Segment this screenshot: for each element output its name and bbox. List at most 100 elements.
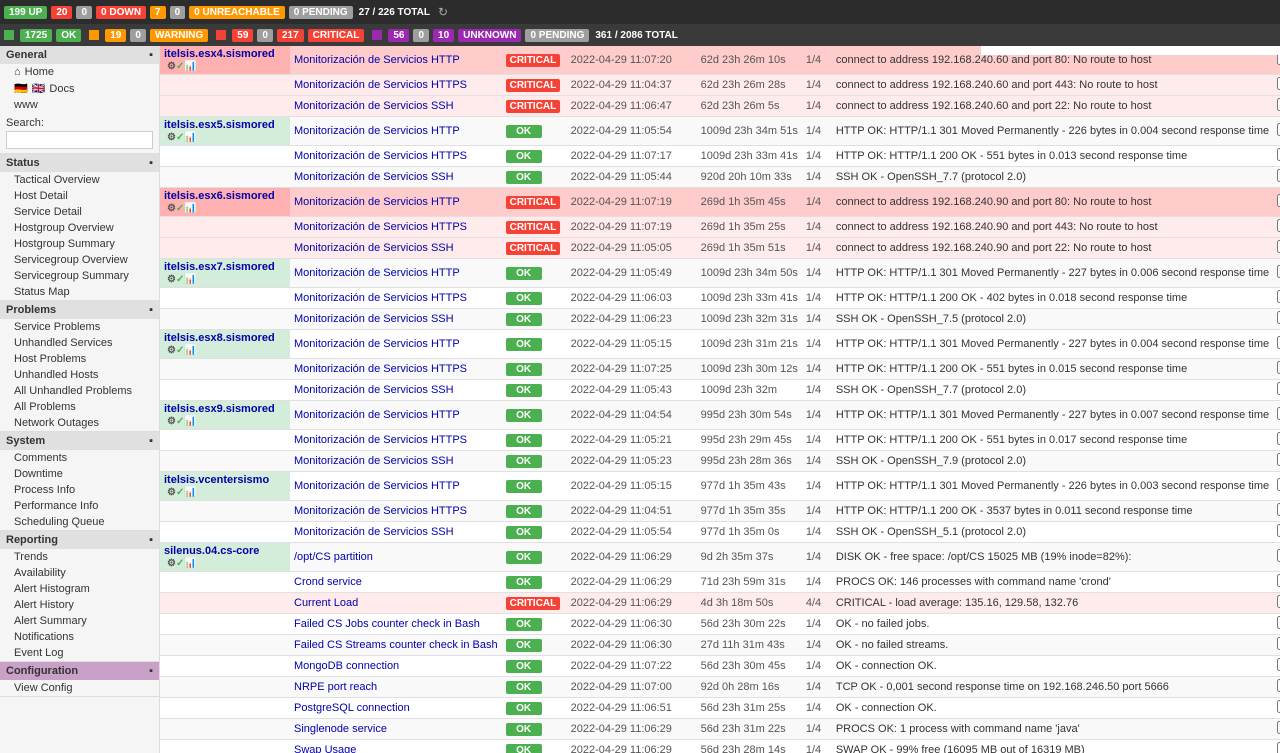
down-badge[interactable]: 0 DOWN xyxy=(96,6,146,19)
service-link[interactable]: Monitorización de Servicios SSH xyxy=(294,313,454,325)
service-link[interactable]: Current Load xyxy=(294,597,358,609)
host-detail-icon[interactable]: ⚙ xyxy=(167,61,176,72)
sidebar-item-availability[interactable]: Availability xyxy=(0,565,159,581)
sidebar-item-status-map[interactable]: Status Map xyxy=(0,284,159,300)
service-link[interactable]: Monitorización de Servicios HTTPS xyxy=(294,434,467,446)
sidebar-item-alert-history[interactable]: Alert History xyxy=(0,597,159,613)
service-link[interactable]: Monitorización de Servicios HTTP xyxy=(294,196,460,208)
sidebar-item-alert-histogram[interactable]: Alert Histogram xyxy=(0,581,159,597)
warn1-badge[interactable]: 19 xyxy=(105,29,126,42)
host-graph-icon[interactable]: 📊 xyxy=(184,203,196,214)
up-badge[interactable]: 199 UP xyxy=(4,6,47,19)
down-count-badge[interactable]: 20 xyxy=(51,6,72,19)
service-link[interactable]: Monitorización de Servicios SSH xyxy=(294,526,454,538)
sidebar-item-trends[interactable]: Trends xyxy=(0,549,159,565)
host-link[interactable]: itelsis.esx5.sismored xyxy=(164,119,275,131)
sidebar-item-unhandled-hosts[interactable]: Unhandled Hosts xyxy=(0,367,159,383)
sidebar-item-event-log[interactable]: Event Log xyxy=(0,645,159,661)
unk3-badge[interactable]: 10 xyxy=(433,29,454,42)
host-link[interactable]: itelsis.esx9.sismored xyxy=(164,403,275,415)
warning-badge[interactable]: WARNING xyxy=(150,29,208,42)
crit2-badge[interactable]: 0 xyxy=(257,29,273,42)
host-detail-icon[interactable]: ⚙ xyxy=(167,274,176,285)
ok-label-badge[interactable]: OK xyxy=(56,29,81,42)
service-link[interactable]: Monitorización de Servicios HTTP xyxy=(294,409,460,421)
unknown-badge[interactable]: UNKNOWN xyxy=(458,29,521,42)
sidebar-item-host-problems[interactable]: Host Problems xyxy=(0,351,159,367)
sidebar-item-www[interactable]: www xyxy=(0,97,159,113)
critical-badge[interactable]: CRITICAL xyxy=(308,29,365,42)
sidebar-item-alert-summary[interactable]: Alert Summary xyxy=(0,613,159,629)
host-detail-icon[interactable]: ⚙ xyxy=(167,203,176,214)
host-link[interactable]: itelsis.esx7.sismored xyxy=(164,261,275,273)
service-link[interactable]: Monitorización de Servicios HTTP xyxy=(294,125,460,137)
service-link[interactable]: Monitorización de Servicios SSH xyxy=(294,100,454,112)
pending2-badge[interactable]: 0 PENDING xyxy=(525,29,589,42)
host-detail-icon[interactable]: ⚙ xyxy=(167,558,176,569)
service-link[interactable]: Monitorización de Servicios HTTPS xyxy=(294,150,467,162)
sidebar-item-all-unhandled[interactable]: All Unhandled Problems xyxy=(0,383,159,399)
service-link[interactable]: Monitorización de Servicios HTTP xyxy=(294,54,460,66)
host-graph-icon[interactable]: 📊 xyxy=(184,487,196,498)
sidebar-item-notifications[interactable]: Notifications xyxy=(0,629,159,645)
warn2-badge[interactable]: 0 xyxy=(130,29,146,42)
sidebar-item-hostgroup-summary[interactable]: Hostgroup Summary xyxy=(0,236,159,252)
sidebar-item-docs[interactable]: 🇩🇪 🇬🇧 Docs xyxy=(0,80,159,97)
host-graph-icon[interactable]: 📊 xyxy=(184,274,196,285)
unk2-badge[interactable]: 0 xyxy=(413,29,429,42)
service-link[interactable]: MongoDB connection xyxy=(294,660,399,672)
service-link[interactable]: Swap Usage xyxy=(294,744,356,753)
pending-badge[interactable]: 0 PENDING xyxy=(289,6,353,19)
host-detail-icon[interactable]: ⚙ xyxy=(167,416,176,427)
sidebar-item-comments[interactable]: Comments xyxy=(0,450,159,466)
sidebar-item-home[interactable]: ⌂ Home xyxy=(0,64,159,80)
service-link[interactable]: Monitorización de Servicios SSH xyxy=(294,384,454,396)
crit3-badge[interactable]: 217 xyxy=(277,29,304,42)
unk1-badge[interactable]: 56 xyxy=(388,29,409,42)
host-link[interactable]: itelsis.esx8.sismored xyxy=(164,332,275,344)
service-link[interactable]: Monitorización de Servicios HTTPS xyxy=(294,363,467,375)
sidebar-config-header[interactable]: Configuration ▪ xyxy=(0,662,159,680)
sidebar-reporting-header[interactable]: Reporting ▪ xyxy=(0,531,159,549)
sidebar-item-servicegroup-summary[interactable]: Servicegroup Summary xyxy=(0,268,159,284)
service-link[interactable]: Singlenode service xyxy=(294,723,387,735)
sidebar-problems-header[interactable]: Problems ▪ xyxy=(0,301,159,319)
unreach2-badge[interactable]: 0 xyxy=(170,6,186,19)
sidebar-system-header[interactable]: System ▪ xyxy=(0,432,159,450)
service-link[interactable]: Failed CS Streams counter check in Bash xyxy=(294,639,498,651)
service-link[interactable]: Crond service xyxy=(294,576,362,588)
service-link[interactable]: Monitorización de Servicios SSH xyxy=(294,455,454,467)
service-link[interactable]: Monitorización de Servicios HTTPS xyxy=(294,79,467,91)
sidebar-item-tactical-overview[interactable]: Tactical Overview xyxy=(0,172,159,188)
unreach1-badge[interactable]: 7 xyxy=(150,6,166,19)
sidebar-item-network-outages[interactable]: Network Outages xyxy=(0,415,159,431)
sidebar-item-all-problems[interactable]: All Problems xyxy=(0,399,159,415)
service-link[interactable]: Monitorización de Servicios SSH xyxy=(294,171,454,183)
service-link[interactable]: /opt/CS partition xyxy=(294,551,373,563)
host-link[interactable]: itelsis.esx6.sismored xyxy=(164,190,275,202)
sidebar-item-process-info[interactable]: Process Info xyxy=(0,482,159,498)
sidebar-item-performance-info[interactable]: Performance Info xyxy=(0,498,159,514)
host-detail-icon[interactable]: ⚙ xyxy=(167,487,176,498)
service-link[interactable]: Monitorización de Servicios SSH xyxy=(294,242,454,254)
crit1-badge[interactable]: 59 xyxy=(232,29,253,42)
host-link[interactable]: itelsis.vcentersismo xyxy=(164,474,269,486)
sidebar-item-service-problems[interactable]: Service Problems xyxy=(0,319,159,335)
sidebar-item-host-detail[interactable]: Host Detail xyxy=(0,188,159,204)
service-link[interactable]: Monitorización de Servicios HTTPS xyxy=(294,292,467,304)
sidebar-item-service-detail[interactable]: Service Detail xyxy=(0,204,159,220)
service-link[interactable]: NRPE port reach xyxy=(294,681,377,693)
service-link[interactable]: Monitorización de Servicios HTTPS xyxy=(294,505,467,517)
down-zero-badge[interactable]: 0 xyxy=(76,6,92,19)
host-graph-icon[interactable]: 📊 xyxy=(184,345,196,356)
sidebar-status-header[interactable]: Status ▪ xyxy=(0,154,159,172)
service-link[interactable]: Monitorización de Servicios HTTPS xyxy=(294,221,467,233)
service-link[interactable]: Monitorización de Servicios HTTP xyxy=(294,267,460,279)
host-graph-icon[interactable]: 📊 xyxy=(184,416,196,427)
host-graph-icon[interactable]: 📊 xyxy=(184,132,196,143)
search-input[interactable] xyxy=(6,131,153,149)
sidebar-item-hostgroup-overview[interactable]: Hostgroup Overview xyxy=(0,220,159,236)
host-detail-icon[interactable]: ⚙ xyxy=(167,345,176,356)
host-detail-icon[interactable]: ⚙ xyxy=(167,132,176,143)
sidebar-item-servicegroup-overview[interactable]: Servicegroup Overview xyxy=(0,252,159,268)
